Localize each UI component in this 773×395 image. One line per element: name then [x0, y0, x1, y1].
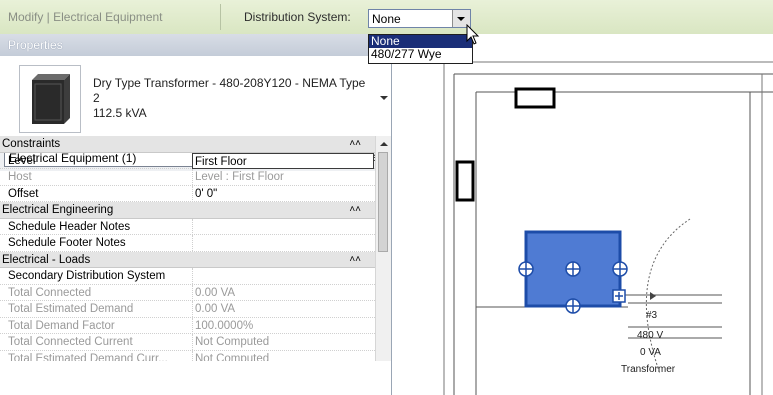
property-row[interactable]: Secondary Distribution System [0, 268, 375, 285]
toolbar-separator [220, 4, 221, 30]
dropdown-option-480-277-wye[interactable]: 480/277 Wye [369, 48, 472, 61]
properties-scrollbar[interactable] [375, 136, 391, 361]
property-row[interactable]: Schedule Footer Notes [0, 235, 375, 252]
property-row[interactable]: Total Demand Factor 100.0000% [0, 317, 375, 334]
group-label: Electrical Engineering [2, 204, 114, 216]
property-label: Schedule Header Notes [8, 220, 131, 233]
mouse-pointer-icon [466, 24, 480, 45]
property-group-header[interactable]: Constraints ˄˄ [0, 136, 375, 153]
property-label: Total Connected Current [8, 336, 133, 348]
tag-number: #3 [646, 310, 658, 321]
property-label: Host [8, 171, 32, 183]
collapse-chevron-icon[interactable]: ˄˄ [349, 202, 361, 218]
property-value[interactable] [192, 235, 374, 251]
tag-voltage: 480 V [637, 330, 664, 341]
drawing-canvas[interactable]: #3 480 V 0 VA Transformer [392, 34, 773, 395]
property-label: Offset [8, 187, 39, 200]
property-group-header[interactable]: Electrical Engineering ˄˄ [0, 202, 375, 219]
property-row[interactable]: Total Estimated Demand Curr... Not Comput… [0, 350, 375, 362]
distribution-system-select[interactable]: None [368, 9, 471, 28]
collapse-chevron-icon[interactable]: ˄˄ [349, 136, 361, 152]
property-value: Not Computed [192, 334, 374, 350]
property-row[interactable]: Level First Floor [0, 152, 375, 169]
property-value: Level : First Floor [192, 169, 374, 185]
property-row[interactable]: Total Estimated Demand 0.00 VA [0, 301, 375, 318]
context-label: Modify | Electrical Equipment [8, 10, 163, 24]
type-name: Dry Type Transformer - 480-208Y120 - NEM… [93, 76, 373, 121]
scrollbar-thumb[interactable] [378, 152, 388, 252]
property-value: Not Computed [192, 350, 374, 361]
property-row[interactable]: Offset 0' 0" [0, 185, 375, 202]
property-row[interactable]: Total Connected Current Not Computed [0, 334, 375, 351]
chevron-down-icon [380, 96, 388, 100]
group-label: Electrical - Loads [2, 253, 91, 266]
property-group-header[interactable]: Electrical - Loads ˄˄ [0, 251, 375, 268]
property-value: 0.00 VA [192, 284, 374, 301]
property-value: 0.00 VA [192, 301, 374, 317]
property-value[interactable]: First Floor [192, 152, 374, 169]
scroll-up-icon[interactable] [380, 142, 388, 146]
property-label: Total Demand Factor [8, 319, 115, 332]
type-rating-text: 112.5 kVA [93, 106, 147, 120]
properties-header: Properties [0, 34, 391, 56]
distribution-system-value: None [372, 12, 401, 26]
distribution-system-dropdown-list: None 480/277 Wye [368, 34, 473, 64]
property-value[interactable] [192, 218, 374, 235]
property-row[interactable]: Host Level : First Floor [0, 169, 375, 186]
door-left [455, 160, 475, 202]
properties-grid: Constraints ˄˄ Level First Floor Host Level :… [0, 136, 375, 361]
transformer-thumbnail [19, 65, 81, 133]
property-value[interactable]: 0' 0" [192, 185, 374, 202]
property-row[interactable]: Total Connected 0.00 VA [0, 284, 375, 301]
property-row[interactable]: Schedule Header Notes [0, 218, 375, 235]
property-label: Total Estimated Demand Curr... [8, 352, 168, 362]
door-top [514, 87, 556, 109]
tag-load: 0 VA [640, 347, 661, 358]
tag-name: Transformer [621, 364, 676, 375]
property-value[interactable] [192, 268, 374, 284]
floor-plan [443, 34, 773, 395]
group-label: Constraints [2, 138, 61, 150]
property-label: Total Estimated Demand [8, 303, 134, 315]
property-label: Secondary Distribution System [8, 270, 166, 282]
type-selector[interactable]: Dry Type Transformer - 480-208Y120 - NEM… [0, 56, 391, 143]
distribution-system-label: Distribution System: [244, 10, 351, 24]
property-label: Schedule Footer Notes [8, 237, 126, 249]
property-label: Level [8, 154, 36, 167]
property-value: 100.0000% [192, 317, 374, 334]
type-name-text: Dry Type Transformer - 480-208Y120 - NEM… [93, 76, 366, 105]
options-bar: Modify | Electrical Equipment Distributi… [0, 0, 773, 35]
property-label: Total Connected [8, 286, 92, 299]
collapse-chevron-icon[interactable]: ˄˄ [349, 252, 361, 268]
chevron-down-icon [457, 17, 465, 21]
